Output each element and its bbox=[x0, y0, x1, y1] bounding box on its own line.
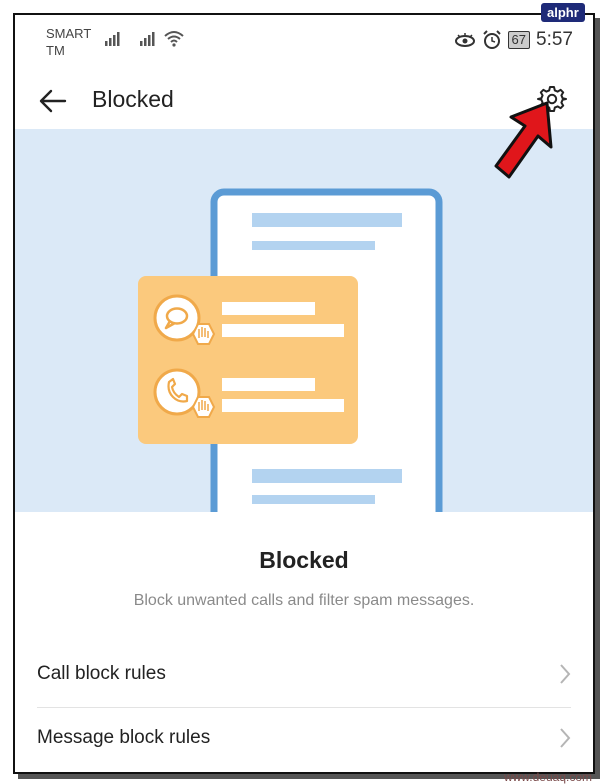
block-hand-icon bbox=[191, 323, 216, 345]
battery-indicator: 67 bbox=[507, 31, 531, 49]
status-bar: SMART TM 67 5:57 bbox=[15, 15, 593, 65]
call-block-rules-item[interactable]: Call block rules bbox=[37, 645, 571, 705]
feature-heading: Blocked bbox=[259, 547, 349, 573]
block-hand-icon bbox=[191, 396, 216, 418]
text-line bbox=[252, 213, 402, 227]
carrier-label: SMART TM bbox=[46, 26, 92, 58]
alphr-logo-badge: alphr bbox=[541, 3, 585, 22]
chevron-right-icon bbox=[560, 728, 571, 748]
text-line bbox=[252, 469, 402, 483]
text-line bbox=[252, 495, 375, 504]
eye-comfort-icon bbox=[454, 33, 475, 47]
menu-item-label: Message block rules bbox=[37, 727, 211, 748]
message-block-rules-item[interactable]: Message block rules bbox=[37, 709, 571, 769]
signal-icon bbox=[105, 32, 120, 46]
page-title: Blocked bbox=[92, 86, 174, 112]
signal-icon bbox=[140, 32, 155, 46]
status-icons: 67 5:57 bbox=[454, 29, 573, 51]
feature-description: Block unwanted calls and filter spam mes… bbox=[133, 592, 475, 609]
menu-item-label: Call block rules bbox=[37, 663, 166, 684]
alarm-icon bbox=[482, 30, 501, 49]
wifi-icon bbox=[164, 31, 184, 47]
clock: 5:57 bbox=[536, 29, 573, 50]
watermark: www.deuaq.com bbox=[503, 770, 592, 784]
text-line bbox=[252, 241, 375, 250]
phone-screenshot-frame: SMART TM 67 5:57 Blocked Blocked Block u… bbox=[13, 13, 595, 774]
chevron-right-icon bbox=[560, 664, 571, 684]
back-arrow-icon[interactable] bbox=[37, 85, 69, 117]
divider bbox=[37, 707, 571, 708]
annotation-arrow bbox=[494, 101, 553, 179]
